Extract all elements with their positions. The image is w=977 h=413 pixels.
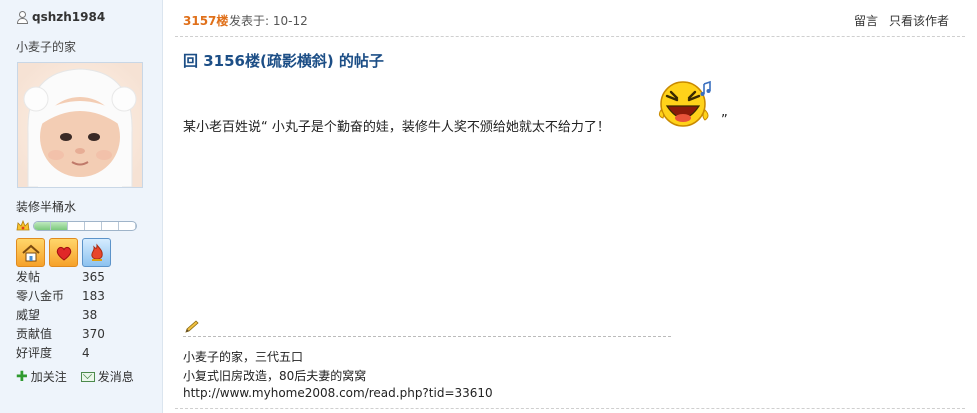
posted-time: 发表于: 10-12 <box>229 14 308 28</box>
author-stats: 发帖 365 零八金币 183 威望 38 贡献值 370 好评度 4 <box>16 268 105 363</box>
stat-label: 贡献值 <box>16 327 53 341</box>
level-indicator <box>16 220 137 232</box>
post-title: 回 3156楼(疏影横斜) 的帖子 <box>183 52 384 70</box>
user-icon <box>16 11 28 24</box>
stat-row: 零八金币 183 <box>16 287 105 306</box>
mail-icon <box>80 371 95 382</box>
author-sidebar: qshzh1984 小麦子的家 装修半桶水 发帖 365 零八金币 183 威望… <box>0 0 163 413</box>
reply-link[interactable]: 留言 <box>854 12 878 29</box>
stat-row: 发帖 365 <box>16 268 105 287</box>
author-actions: ✚ 加关注 发消息 <box>16 368 134 385</box>
stat-label: 威望 <box>16 308 41 322</box>
author-rank: 装修半桶水 <box>16 200 77 214</box>
author-only-link[interactable]: 只看该作者 <box>889 12 949 29</box>
pencil-icon <box>185 320 199 333</box>
post-body: 某小老百姓说“ 小丸子是个勤奋的娃，装修牛人奖不颁给她就太不给力了！ <box>183 120 610 135</box>
stat-value: 365 <box>82 270 105 284</box>
signature-divider <box>183 336 671 337</box>
stat-label: 零八金币 <box>16 289 65 303</box>
level-progress-bar <box>33 221 137 231</box>
stat-row: 好评度 4 <box>16 344 105 363</box>
flame-badge-icon[interactable] <box>82 238 111 267</box>
stat-row: 威望 38 <box>16 306 105 325</box>
stat-value: 38 <box>82 308 98 322</box>
signature-line: 小麦子的家，三代五口 <box>183 350 304 364</box>
send-message-label: 发消息 <box>97 370 134 384</box>
author-header: qshzh1984 <box>16 10 105 24</box>
post-body-close-quote: ” <box>721 113 728 128</box>
avatar[interactable] <box>17 62 143 188</box>
stat-label: 发帖 <box>16 270 41 284</box>
author-home-name: 小麦子的家 <box>16 40 77 54</box>
stat-value: 370 <box>82 327 105 341</box>
stat-row: 贡献值 370 <box>16 325 105 344</box>
stat-value: 4 <box>82 346 90 360</box>
header-divider <box>175 36 965 37</box>
signature-line: 小复式旧房改造，80后夫妻的窝窝 <box>183 369 367 383</box>
floor-number[interactable]: 3157楼 <box>183 12 228 29</box>
stat-value: 183 <box>82 289 105 303</box>
house-badge-icon[interactable] <box>16 238 45 267</box>
laughing-emoji-icon <box>658 80 711 127</box>
stat-label: 好评度 <box>16 346 53 360</box>
plus-icon: ✚ <box>16 368 28 385</box>
medal-badges <box>16 238 111 267</box>
add-follow-label: 加关注 <box>30 370 67 384</box>
footer-divider <box>175 408 965 409</box>
crown-icon <box>16 220 30 231</box>
signature-link[interactable]: http://www.myhome2008.com/read.php?tid=3… <box>183 386 493 400</box>
send-message-button[interactable]: 发消息 <box>80 368 134 385</box>
heart-badge-icon[interactable] <box>49 238 78 267</box>
add-follow-button[interactable]: ✚ 加关注 <box>16 368 67 385</box>
author-username[interactable]: qshzh1984 <box>32 10 105 24</box>
